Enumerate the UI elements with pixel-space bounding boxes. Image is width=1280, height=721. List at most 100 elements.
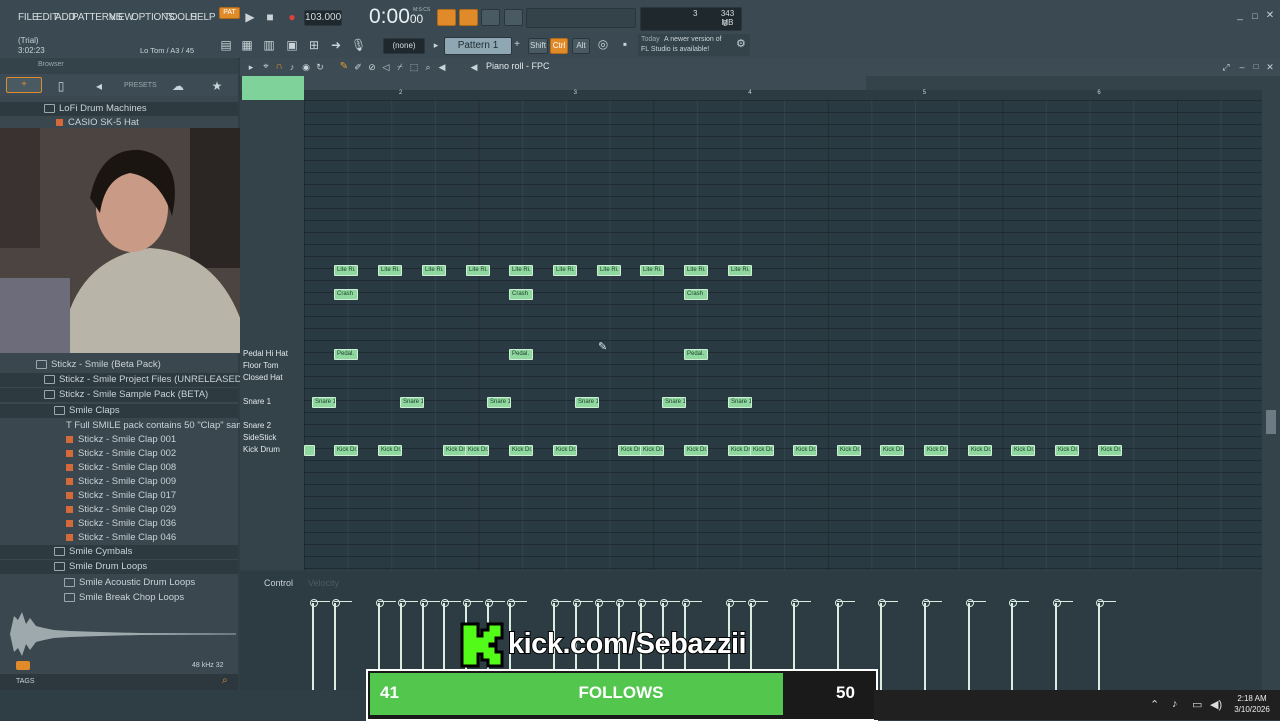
- note[interactable]: Snare 1: [662, 397, 686, 408]
- note[interactable]: Kick Dr.: [334, 445, 358, 456]
- browser-item[interactable]: Stickz - Smile Clap 001: [0, 433, 238, 447]
- countdown-button[interactable]: [459, 9, 478, 26]
- pr-minimize-icon[interactable]: –: [1236, 60, 1248, 74]
- preview-play-icon[interactable]: [16, 661, 30, 670]
- note[interactable]: Crash: [334, 289, 358, 300]
- speaker-icon[interactable]: ◀: [436, 60, 448, 74]
- note[interactable]: Snare 1: [400, 397, 424, 408]
- pr-magnet-icon[interactable]: ∩: [273, 60, 285, 74]
- tempo-display[interactable]: 103.000: [304, 10, 342, 26]
- note[interactable]: Kick Dr.: [750, 445, 774, 456]
- note[interactable]: Kick Dr.: [465, 445, 489, 456]
- delete-icon[interactable]: ⊘: [366, 60, 378, 74]
- note[interactable]: Kick Dr.: [924, 445, 948, 456]
- shift-button[interactable]: Shift: [528, 38, 548, 54]
- note[interactable]: Lite Ri.: [597, 265, 621, 276]
- velocity-bar[interactable]: [1011, 603, 1013, 690]
- microphone-icon[interactable]: 🎙: [351, 38, 366, 52]
- alt-button[interactable]: Alt: [572, 38, 590, 54]
- note[interactable]: Kick Dr.: [1098, 445, 1122, 456]
- brush-icon[interactable]: ✐: [352, 60, 364, 74]
- pattern-prev-icon[interactable]: ▸: [431, 38, 441, 52]
- note[interactable]: Pedal.: [509, 349, 533, 360]
- browser-item[interactable]: LoFi Drum Machines: [0, 102, 238, 116]
- pr-detach-icon[interactable]: ⤢: [1220, 60, 1232, 74]
- velocity-bar[interactable]: [880, 603, 882, 690]
- note[interactable]: Kick Dr.: [553, 445, 577, 456]
- vertical-scrollbar[interactable]: [1262, 90, 1280, 690]
- star-icon[interactable]: ★: [210, 79, 224, 93]
- news-panel[interactable]: Today A newer version of FL Studio is av…: [638, 34, 750, 56]
- record-icon[interactable]: ●: [285, 10, 299, 24]
- news-gear-icon[interactable]: ⚙: [736, 37, 746, 50]
- browser-item[interactable]: Stickz - Smile Clap 029: [0, 503, 238, 517]
- velocity-bar[interactable]: [968, 603, 970, 690]
- drum-key-label[interactable]: Floor Tom: [243, 361, 278, 370]
- drum-key-label[interactable]: Pedal Hi Hat: [243, 349, 288, 358]
- tray-mic-icon[interactable]: ♪: [1172, 698, 1178, 710]
- note[interactable]: Kick Dr.: [618, 445, 642, 456]
- pr-maximize-icon[interactable]: □: [1250, 60, 1262, 74]
- velocity-bar[interactable]: [924, 603, 926, 690]
- pr-play-icon[interactable]: ♪: [286, 60, 298, 74]
- pencil-icon[interactable]: ✎: [338, 60, 350, 74]
- note[interactable]: Kick Dr.: [684, 445, 708, 456]
- note[interactable]: Kick Dr.: [1055, 445, 1079, 456]
- note[interactable]: Lite Ri.: [378, 265, 402, 276]
- note[interactable]: Kick Dr.: [968, 445, 992, 456]
- note[interactable]: Lite Ri.: [640, 265, 664, 276]
- stop-icon[interactable]: ■: [263, 10, 277, 24]
- tray-network-icon[interactable]: ▭: [1192, 698, 1202, 711]
- mixer-icon[interactable]: ▣: [285, 38, 299, 52]
- timeline-ruler[interactable]: 2 3 4 5 6: [304, 90, 1262, 100]
- zoom-icon[interactable]: ⌕: [422, 60, 434, 74]
- playlist-icon[interactable]: ▤: [219, 38, 233, 52]
- note[interactable]: Lite Ri.: [728, 265, 752, 276]
- clock-date[interactable]: 3/10/2026: [1226, 705, 1278, 714]
- note[interactable]: Lite Ri.: [466, 265, 490, 276]
- drum-key-label[interactable]: Closed Hat: [243, 373, 283, 382]
- slice-icon[interactable]: ⌿: [394, 60, 406, 74]
- pr-target-icon[interactable]: ◀: [468, 60, 480, 74]
- note[interactable]: Kick Dr.: [728, 445, 752, 456]
- note-grid[interactable]: Lite Ri. Lite Ri. Lite Ri. Lite Ri. Lite Ri.…: [304, 100, 1262, 570]
- note[interactable]: Pedal.: [684, 349, 708, 360]
- note[interactable]: Crash: [509, 289, 533, 300]
- browser-item[interactable]: Smile Acoustic Drum Loops: [0, 576, 238, 590]
- select-icon[interactable]: ⬚: [408, 60, 420, 74]
- tags-search-icon[interactable]: ⌕: [222, 675, 228, 686]
- piano-roll-icon[interactable]: ▦: [240, 38, 254, 52]
- cloud-icon[interactable]: ☁: [170, 79, 186, 93]
- browser-item[interactable]: Stickz - Smile Clap 017: [0, 489, 238, 503]
- note[interactable]: Snare 1: [575, 397, 599, 408]
- drum-key-label[interactable]: Kick Drum: [243, 445, 280, 454]
- note[interactable]: Kick Dr.: [793, 445, 817, 456]
- tray-volume-icon[interactable]: ◀): [1210, 698, 1222, 711]
- pat-song-toggle[interactable]: PAT: [219, 7, 240, 19]
- browser-all-tab[interactable]: +: [6, 77, 42, 93]
- pr-tools-icon[interactable]: ⌖: [260, 60, 272, 74]
- drum-key-label[interactable]: SideStick: [243, 433, 276, 442]
- typing-keyboard-button[interactable]: [437, 9, 456, 26]
- drum-key-label[interactable]: Snare 2: [243, 421, 271, 430]
- browser-item[interactable]: Stickz - Smile (Beta Pack): [0, 358, 238, 372]
- note[interactable]: Kick Dr.: [640, 445, 664, 456]
- note[interactable]: Kick Dr.: [880, 445, 904, 456]
- browser-presets-tab[interactable]: PRESETS: [124, 82, 157, 89]
- note[interactable]: Kick Dr.: [1011, 445, 1035, 456]
- browser-item[interactable]: Stickz - Smile Sample Pack (BETA): [0, 388, 238, 402]
- tray-chevron-icon[interactable]: ⌃: [1150, 698, 1159, 711]
- velocity-bar[interactable]: [312, 603, 314, 690]
- play-icon[interactable]: ▶: [243, 10, 257, 24]
- browser-item[interactable]: Stickz - Smile Clap 009: [0, 475, 238, 489]
- note[interactable]: Lite Ri.: [509, 265, 533, 276]
- note[interactable]: Lite Ri.: [553, 265, 577, 276]
- note[interactable]: Pedal.: [334, 349, 358, 360]
- tags-bar[interactable]: TAGS ⌕: [0, 674, 238, 690]
- arrow-right-icon[interactable]: ➜: [329, 38, 343, 52]
- browser-item[interactable]: Stickz - Smile Clap 046: [0, 531, 238, 545]
- note[interactable]: Snare 1: [728, 397, 752, 408]
- scroll-thumb[interactable]: [1266, 410, 1276, 434]
- drum-key-label[interactable]: Snare 1: [243, 397, 271, 406]
- note[interactable]: Crash: [684, 289, 708, 300]
